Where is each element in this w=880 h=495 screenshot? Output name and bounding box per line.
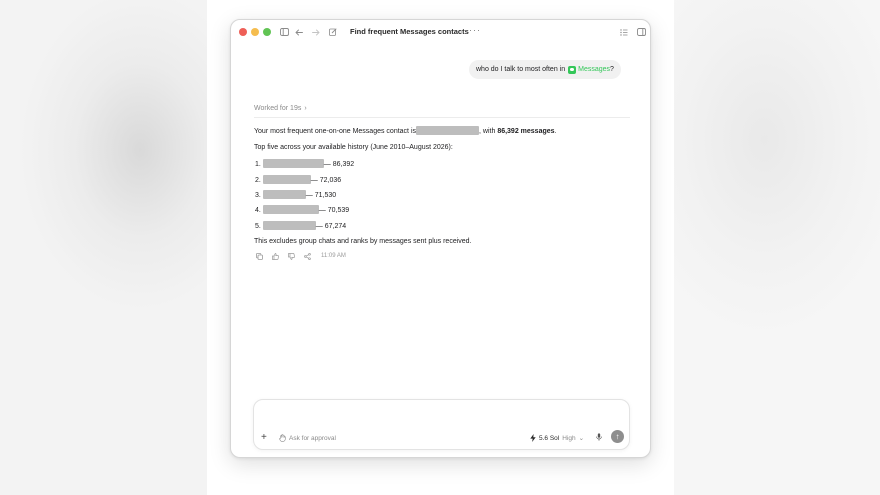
answer-count: 86,392 messages <box>497 128 555 135</box>
compose-icon[interactable] <box>326 25 340 39</box>
list-item: 3. — 71,530 <box>255 190 336 199</box>
user-message-text: who do I talk to most often in <box>476 66 566 73</box>
divider <box>254 117 630 118</box>
redacted-contact-name <box>262 175 311 184</box>
redacted-contact-name <box>416 126 480 135</box>
redacted-contact-name <box>262 205 319 214</box>
list-icon[interactable] <box>617 25 631 39</box>
redacted-contact-name <box>262 221 316 230</box>
approval-label: Ask for approval <box>289 434 336 442</box>
list-item: 4. — 70,539 <box>255 205 349 214</box>
messages-app-mention[interactable]: Messages <box>565 65 611 74</box>
list-item: 5. — 67,274 <box>255 221 346 230</box>
list-item: 2. — 72,036 <box>255 175 341 184</box>
composer[interactable]: + Ask for approval 5.6 Sol High ⌄ ↑ <box>253 399 630 450</box>
list-count: — 72,036 <box>310 177 342 184</box>
list-number: 4. <box>255 207 261 214</box>
answer-mid: , with <box>479 128 496 135</box>
thumbs-down-icon[interactable] <box>287 252 295 260</box>
background-left <box>0 0 207 495</box>
message-timestamp: 11:09 AM <box>321 253 346 259</box>
list-number: 5. <box>255 223 261 230</box>
panel-icon[interactable] <box>634 25 648 39</box>
app-window: Find frequent Messages contacts ··· who … <box>230 19 651 458</box>
bolt-icon <box>530 434 536 442</box>
list-count: — 71,530 <box>305 192 337 199</box>
answer-summary: Your most frequent one-on-one Messages c… <box>254 126 556 135</box>
answer-end: . <box>554 128 557 135</box>
arrow-left-icon[interactable] <box>292 25 306 39</box>
model-name: 5.6 Sol <box>539 434 560 442</box>
user-message-bubble: who do I talk to most often in Messages … <box>469 60 621 79</box>
answer-footer: This excludes group chats and ranks by m… <box>254 238 472 245</box>
messages-app-icon <box>568 65 577 74</box>
approval-mode-button[interactable]: Ask for approval <box>279 434 336 442</box>
message-actions: 11:09 AM <box>255 252 346 260</box>
more-options-button[interactable]: ··· <box>469 25 481 35</box>
redacted-contact-name <box>262 159 324 168</box>
window-title: Find frequent Messages contacts <box>350 27 469 36</box>
user-message-suffix: ? <box>610 66 614 73</box>
background-right <box>674 0 880 495</box>
close-window-button[interactable] <box>239 28 247 36</box>
mic-icon[interactable] <box>596 433 602 443</box>
top-five-intro: Top five across your available history (… <box>254 144 453 151</box>
list-count: — 86,392 <box>323 161 355 168</box>
model-selector[interactable]: 5.6 Sol High ⌄ <box>530 434 584 442</box>
minimize-window-button[interactable] <box>251 28 259 36</box>
worked-for-toggle[interactable]: Worked for 19s › <box>254 105 307 112</box>
list-count: — 67,274 <box>315 223 347 230</box>
send-button[interactable]: ↑ <box>611 430 624 443</box>
list-item: 1. — 86,392 <box>255 159 354 168</box>
messages-app-label: Messages <box>578 66 611 73</box>
add-attachment-button[interactable]: + <box>261 432 267 443</box>
chevron-down-icon: ⌄ <box>578 435 585 442</box>
redacted-contact-name <box>262 190 306 199</box>
answer-prefix: Your most frequent one-on-one Messages c… <box>254 128 417 135</box>
chevron-right-icon: › <box>304 105 307 112</box>
zoom-window-button[interactable] <box>263 28 271 36</box>
arrow-right-icon[interactable] <box>309 25 323 39</box>
reasoning-effort: High <box>562 434 576 442</box>
list-count: — 70,539 <box>318 207 350 214</box>
list-number: 1. <box>255 161 261 168</box>
worked-for-label: Worked for 19s <box>254 105 302 112</box>
share-icon[interactable] <box>303 252 311 260</box>
list-number: 2. <box>255 177 261 184</box>
thumbs-up-icon[interactable] <box>271 252 279 260</box>
copy-icon[interactable] <box>255 252 263 260</box>
hand-icon <box>279 434 286 442</box>
sidebar-icon[interactable] <box>277 25 291 39</box>
list-number: 3. <box>255 192 261 199</box>
title-bar: Find frequent Messages contacts ··· <box>231 20 650 44</box>
